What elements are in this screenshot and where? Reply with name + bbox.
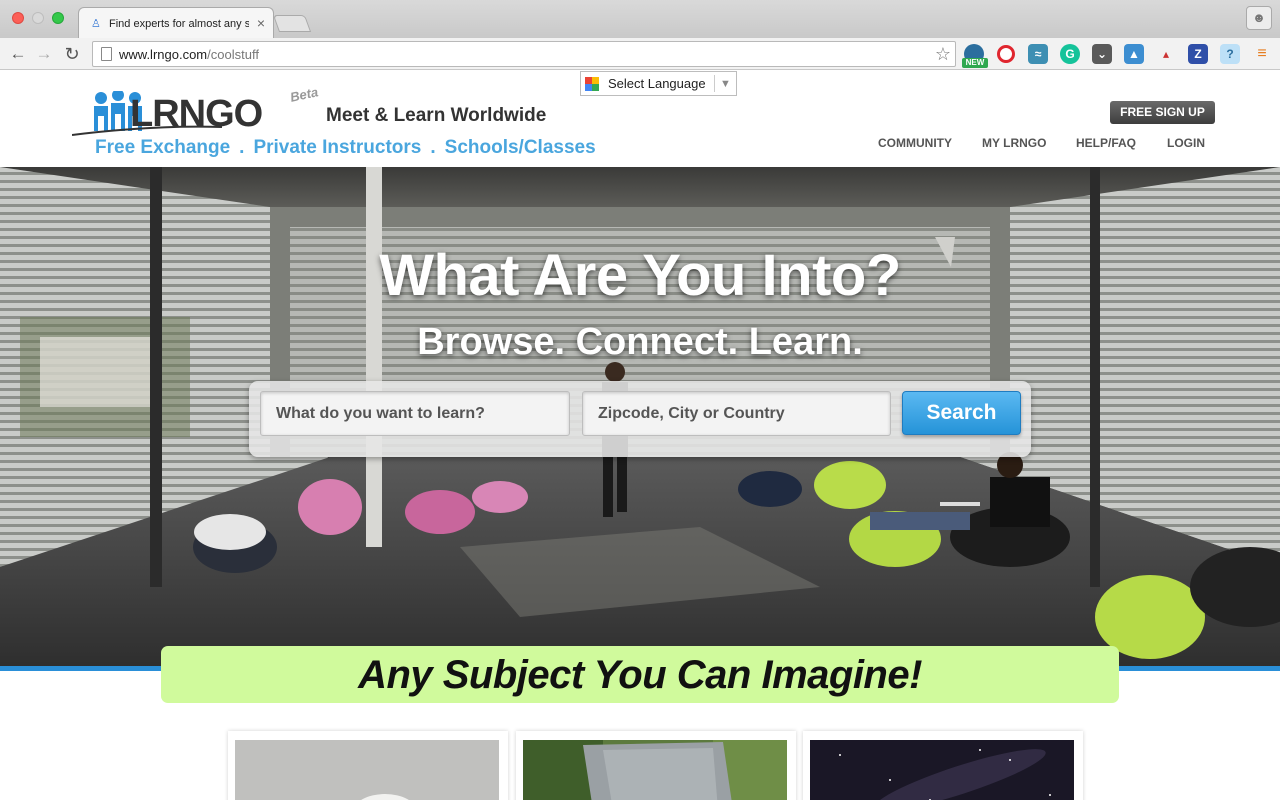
hero-subtitle: Browse. Connect. Learn. — [417, 321, 863, 363]
close-window-button[interactable] — [12, 12, 24, 24]
profile-icon[interactable]: ☻ — [1246, 6, 1272, 30]
google-translate-icon — [585, 77, 599, 91]
hero-title: What Are You Into? — [379, 243, 901, 308]
category-free-exchange[interactable]: Free Exchange — [95, 137, 230, 158]
subject-card-image — [235, 740, 499, 800]
search-panel: Search — [249, 381, 1031, 457]
category-separator: . — [239, 137, 245, 158]
subject-card[interactable] — [228, 731, 508, 800]
search-button[interactable]: Search — [902, 391, 1021, 435]
minimize-window-button[interactable] — [32, 12, 44, 24]
nav-login[interactable]: LOGIN — [1167, 135, 1205, 151]
menu-icon[interactable]: ≡ — [1252, 44, 1272, 64]
zotero-icon[interactable]: Z — [1188, 44, 1208, 64]
subject-card-image — [523, 740, 787, 800]
grammarly-icon[interactable]: G — [1060, 44, 1080, 64]
browser-tab-active[interactable]: ♙ Find experts for almost any su × — [78, 7, 274, 38]
address-bar[interactable]: www.lrngo.com/coolstuff ☆ — [92, 41, 956, 67]
nav-my-lrngo[interactable]: MY LRNGO — [982, 135, 1046, 151]
language-selector-label: Select Language — [608, 76, 706, 91]
new-tab-button[interactable] — [272, 15, 312, 32]
tab-title: Find experts for almost any su — [109, 18, 249, 30]
category-separator: . — [430, 137, 436, 158]
dropdown-arrow-icon: ▼ — [720, 78, 731, 90]
browser-toolbar: ← → ↻ www.lrngo.com/coolstuff ☆ — [0, 38, 1280, 70]
location-search-input[interactable] — [582, 391, 891, 436]
subject-card[interactable] — [516, 731, 796, 800]
logo-wordmark: LRNGO — [130, 93, 263, 135]
free-signup-button[interactable]: FREE SIGN UP — [1110, 101, 1215, 124]
category-nav: Free Exchange. Private Instructors. School… — [95, 137, 596, 159]
bookmark-icon[interactable]: ▲ — [1124, 44, 1144, 64]
tab-close-icon[interactable]: × — [257, 15, 265, 31]
web-page: Select Language ▼ LRNGO Beta Meet & Lear… — [0, 71, 1280, 800]
url-text: www.lrngo.com/coolstuff — [119, 47, 259, 62]
maximize-window-button[interactable] — [52, 12, 64, 24]
subject-card-image — [810, 740, 1074, 800]
language-selector-divider — [714, 75, 715, 92]
subject-banner: Any Subject You Can Imagine! — [161, 646, 1119, 703]
opera-icon[interactable] — [997, 45, 1015, 63]
page-icon — [101, 47, 112, 61]
back-arrow-icon[interactable]: ← — [8, 44, 28, 64]
pocket-icon[interactable]: ⌄ — [1092, 44, 1112, 64]
hero-section: What Are You Into? Browse. Connect. Lear… — [0, 167, 1280, 669]
site-favicon-icon: ♙ — [91, 18, 101, 30]
forward-arrow-icon[interactable]: → — [34, 44, 54, 64]
subject-card[interactable] — [803, 731, 1083, 800]
language-selector[interactable]: Select Language ▼ — [580, 71, 737, 96]
category-private-instructors[interactable]: Private Instructors — [253, 137, 421, 158]
feed-icon[interactable]: ≈ — [1028, 44, 1048, 64]
category-schools-classes[interactable]: Schools/Classes — [445, 137, 596, 158]
browser-titlebar: ♙ Find experts for almost any su × ☻ — [0, 0, 1280, 38]
reload-icon[interactable]: ↻ — [62, 44, 82, 64]
subject-search-input[interactable] — [260, 391, 570, 436]
subject-banner-text: Any Subject You Can Imagine! — [358, 653, 922, 697]
nav-help-faq[interactable]: HELP/FAQ — [1076, 135, 1136, 151]
nav-community[interactable]: COMMUNITY — [878, 135, 952, 151]
extension-new-badge: NEW — [962, 58, 988, 68]
bookmark-star-icon[interactable]: ☆ — [935, 44, 951, 64]
chart-icon[interactable]: ▴ — [1156, 44, 1176, 64]
help-icon[interactable]: ? — [1220, 44, 1240, 64]
site-tagline: Meet & Learn Worldwide — [326, 105, 547, 126]
